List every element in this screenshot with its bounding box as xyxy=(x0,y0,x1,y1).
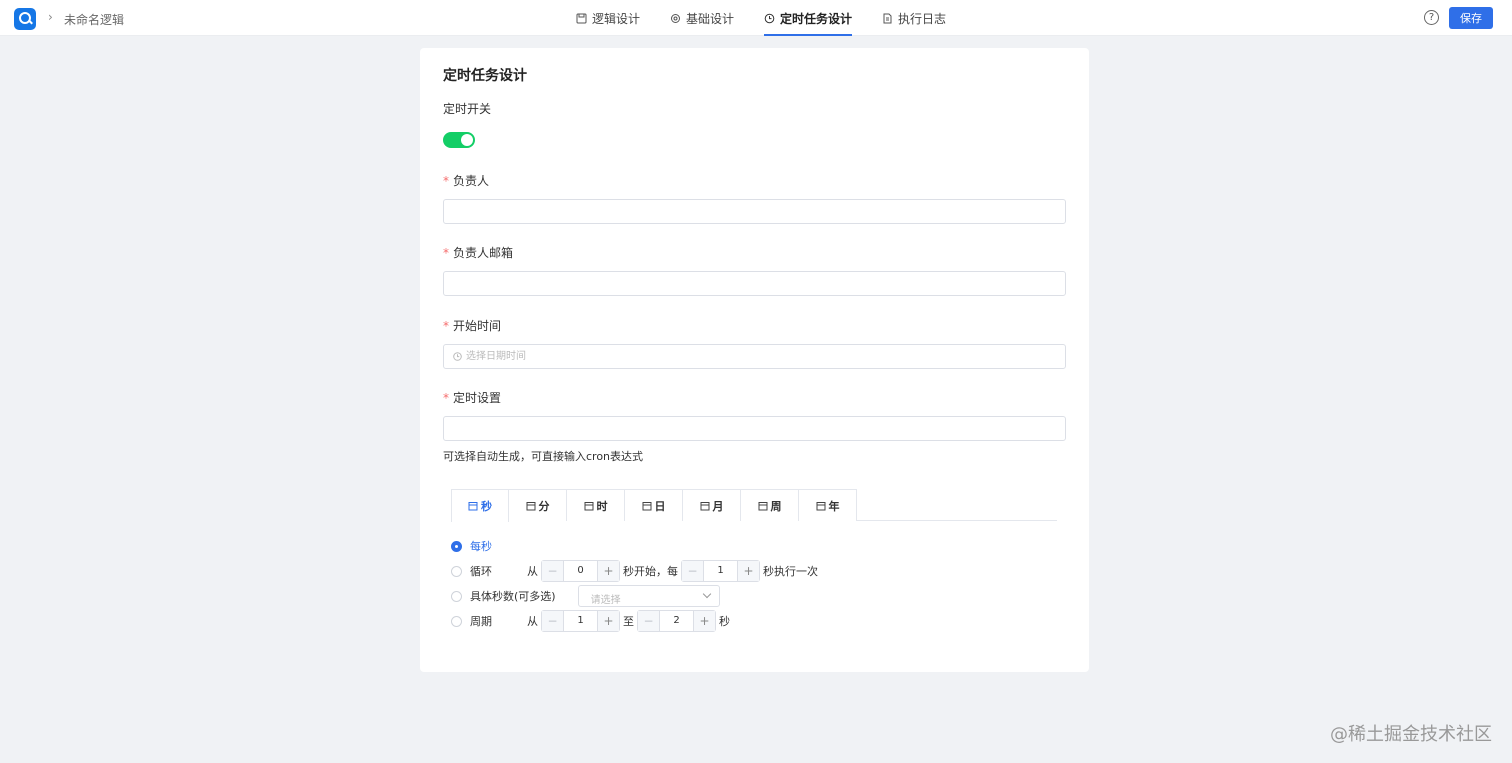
cron-tab-day[interactable]: 日 xyxy=(625,489,683,521)
chevron-down-icon xyxy=(702,589,711,599)
owner-input[interactable] xyxy=(443,199,1066,224)
cycle-every-stepper[interactable]: − 1 + xyxy=(681,560,760,582)
period-end-stepper[interactable]: − 2 + xyxy=(637,610,716,632)
save-button[interactable]: 保存 xyxy=(1449,7,1493,29)
calendar-icon xyxy=(468,502,478,511)
cron-tab-week[interactable]: 周 xyxy=(741,489,799,521)
save-icon xyxy=(576,13,587,23)
clock-icon xyxy=(453,352,462,361)
schedule-switch[interactable] xyxy=(443,132,475,148)
gear-icon xyxy=(671,13,681,23)
switch-label: 定时开关 xyxy=(443,102,492,116)
cron-tab-second[interactable]: 秒 xyxy=(451,489,509,522)
cron-tab-month[interactable]: 月 xyxy=(683,489,741,521)
to-text: 至 xyxy=(623,615,634,628)
option-label: 循环 xyxy=(470,565,492,578)
stepper-value[interactable]: 1 xyxy=(564,611,597,631)
main-tabs: 逻辑设计 基础设计 定时任务设计 执行日志 xyxy=(576,0,976,36)
cron-tab-hour[interactable]: 时 xyxy=(567,489,625,521)
breadcrumb-chevron-icon: › xyxy=(48,10,53,24)
tab-label: 执行日志 xyxy=(898,11,947,26)
cycle-end-text: 秒执行一次 xyxy=(763,565,818,578)
radio-period[interactable] xyxy=(451,615,462,627)
stepper-value[interactable]: 2 xyxy=(660,611,693,631)
tab-label: 逻辑设计 xyxy=(592,11,641,26)
radio-every-second[interactable] xyxy=(451,540,462,552)
option-label: 周期 xyxy=(470,615,492,628)
increment-button[interactable]: + xyxy=(693,611,715,631)
cron-tab-minute[interactable]: 分 xyxy=(509,489,567,521)
required-mark: * xyxy=(443,174,449,188)
calendar-icon xyxy=(642,501,651,510)
calendar-icon xyxy=(526,501,535,510)
calendar-icon xyxy=(758,501,767,510)
watermark: @稀土掘金技术社区 xyxy=(1330,724,1492,745)
stepper-value[interactable]: 0 xyxy=(564,561,597,581)
cron-input[interactable] xyxy=(443,416,1066,441)
calendar-icon xyxy=(584,501,593,510)
owner-email-label: * 负责人邮箱 xyxy=(443,246,514,260)
option-specific-seconds[interactable]: 具体秒数(可多选) 请选择 xyxy=(451,584,720,608)
from-text: 从 xyxy=(527,615,538,628)
help-icon[interactable]: ? xyxy=(1424,10,1439,25)
owner-email-input[interactable] xyxy=(443,271,1066,296)
specific-seconds-select[interactable]: 请选择 xyxy=(577,585,720,607)
cycle-start-stepper[interactable]: − 0 + xyxy=(541,560,620,582)
radio-specific-seconds[interactable] xyxy=(451,590,462,602)
top-bar: › 未命名逻辑 逻辑设计 基础设计 定时任务设计 执行日志 ? 保存 xyxy=(0,0,1512,36)
start-time-input[interactable] xyxy=(466,346,1056,367)
radio-cycle[interactable] xyxy=(451,565,462,577)
option-label: 每秒 xyxy=(470,540,492,553)
owner-label: * 负责人 xyxy=(443,174,490,188)
document-icon xyxy=(883,13,892,23)
required-mark: * xyxy=(443,246,449,260)
scheduled-task-card: 定时任务设计 定时开关 *负责人 *负责人邮箱 *开始时间 *定时设置 可选择自… xyxy=(420,48,1089,672)
decrement-button[interactable]: − xyxy=(542,561,564,581)
decrement-button[interactable]: − xyxy=(542,611,564,631)
required-mark: * xyxy=(443,391,449,405)
card-title: 定时任务设计 xyxy=(443,68,527,84)
breadcrumb-title[interactable]: 未命名逻辑 xyxy=(64,11,124,28)
app-logo-icon[interactable] xyxy=(14,8,36,30)
decrement-button[interactable]: − xyxy=(682,561,704,581)
start-time-label: * 开始时间 xyxy=(443,319,502,333)
tab-label: 定时任务设计 xyxy=(780,11,853,26)
start-time-picker[interactable] xyxy=(443,344,1066,369)
calendar-icon xyxy=(816,501,825,510)
cycle-mid-text: 秒开始，每 xyxy=(623,565,678,578)
period-start-stepper[interactable]: − 1 + xyxy=(541,610,620,632)
option-label: 具体秒数(可多选) xyxy=(470,590,556,603)
decrement-button[interactable]: − xyxy=(638,611,660,631)
tab-basic-design[interactable]: 基础设计 xyxy=(670,0,734,36)
calendar-icon xyxy=(700,501,709,510)
period-unit-text: 秒 xyxy=(719,615,730,628)
increment-button[interactable]: + xyxy=(597,561,619,581)
tab-label: 基础设计 xyxy=(686,11,735,26)
option-every-second[interactable]: 每秒 xyxy=(451,534,492,558)
from-text: 从 xyxy=(527,565,538,578)
option-period[interactable]: 周期 从 − 1 + 至 − 2 + 秒 xyxy=(451,609,733,633)
stepper-value[interactable]: 1 xyxy=(704,561,737,581)
tab-logic-design[interactable]: 逻辑设计 xyxy=(576,0,640,36)
select-placeholder: 请选择 xyxy=(590,595,621,606)
tab-scheduled-task-design[interactable]: 定时任务设计 xyxy=(764,0,853,36)
cron-tab-year[interactable]: 年 xyxy=(799,489,857,521)
tab-execution-log[interactable]: 执行日志 xyxy=(882,0,946,36)
required-mark: * xyxy=(443,319,449,333)
increment-button[interactable]: + xyxy=(737,561,759,581)
option-cycle[interactable]: 循环 从 − 0 + 秒开始，每 − 1 + 秒执行一次 xyxy=(451,559,821,583)
increment-button[interactable]: + xyxy=(597,611,619,631)
cron-hint: 可选择自动生成，可直接输入cron表达式 xyxy=(443,450,644,463)
cron-unit-tabs: 秒 分 时 日 月 周 年 xyxy=(451,489,1057,522)
clock-icon xyxy=(764,13,775,23)
cron-label: * 定时设置 xyxy=(443,391,502,405)
